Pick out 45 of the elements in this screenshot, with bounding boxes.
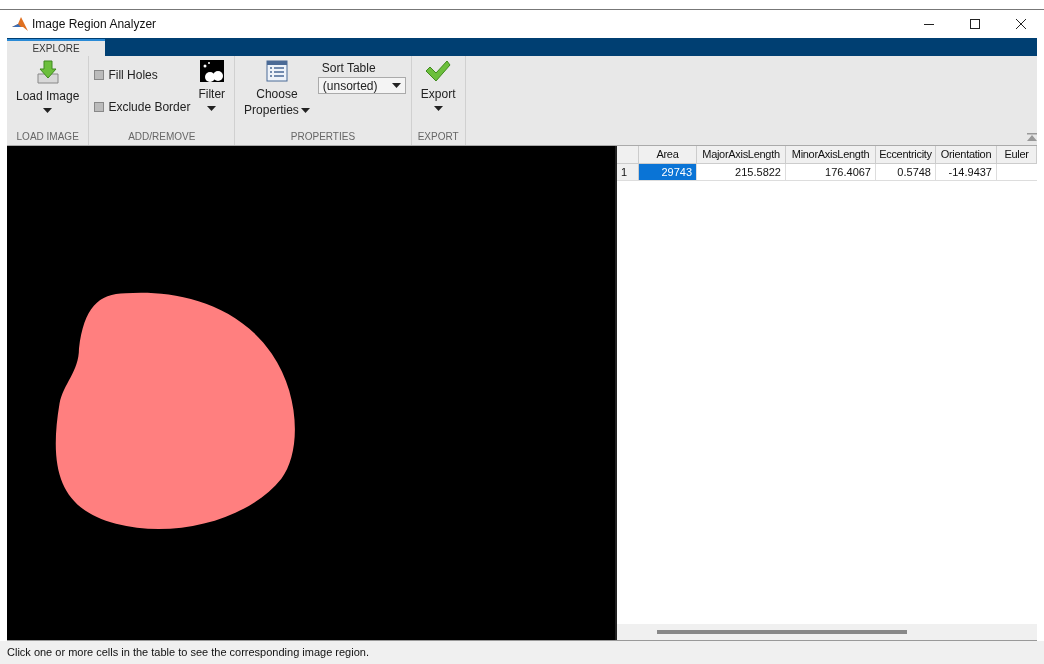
table-cell[interactable]: 0.5748 <box>876 164 936 180</box>
ribbon-button[interactable]: Filter <box>194 56 230 129</box>
download-icon <box>36 60 59 84</box>
group-label: ADD/REMOVE <box>127 130 197 144</box>
column-header[interactable]: MajorAxisLength <box>697 146 786 163</box>
sort-label: Sort Table <box>321 60 377 77</box>
row-header[interactable]: 1 <box>617 164 639 180</box>
checkbox-label: Fill Holes <box>108 67 158 84</box>
filter-icon <box>199 60 224 82</box>
maximize-icon <box>970 19 980 29</box>
table-cell[interactable]: 215.5822 <box>697 164 786 180</box>
column-header[interactable]: Orientation <box>936 146 997 163</box>
group-label: PROPERTIES <box>289 130 357 144</box>
column-header[interactable]: Eccentricity <box>876 146 936 163</box>
collapse-icon[interactable] <box>1027 133 1037 142</box>
caret-icon <box>207 106 217 111</box>
column-header[interactable]: MinorAxisLength <box>786 146 876 163</box>
status-text: Click one or more cells in the table to see the corresponding image region. <box>7 645 369 661</box>
checkbox-label: Exclude Border <box>108 99 191 116</box>
group-label: EXPORT <box>416 130 460 144</box>
caret-icon <box>433 106 443 111</box>
ribbon-button[interactable]: Choose Properties <box>240 56 314 129</box>
ribbon-button[interactable]: Export <box>416 56 460 129</box>
app-logo-icon <box>12 17 28 31</box>
table-cell[interactable]: 29743 <box>639 164 697 180</box>
list-icon <box>265 60 288 82</box>
column-header[interactable]: Euler <box>997 146 1037 163</box>
ribbon-tab[interactable]: EXPLORE <box>7 39 105 56</box>
group-label: LOAD IMAGE <box>15 130 80 144</box>
checkmark-icon <box>425 60 452 82</box>
caret-icon <box>391 83 401 88</box>
ribbon-button[interactable]: Load Image <box>12 56 84 129</box>
table-cell[interactable]: -14.9437 <box>936 164 997 180</box>
dropdown-value: (unsorted) <box>322 77 378 95</box>
checkbox[interactable] <box>94 102 105 112</box>
checkbox[interactable] <box>94 70 105 80</box>
table-cell[interactable]: 176.4067 <box>786 164 876 180</box>
caret-icon <box>43 108 53 113</box>
column-header[interactable]: Area <box>639 146 697 163</box>
horizontal-scrollbar[interactable] <box>657 630 907 634</box>
sort-dropdown[interactable]: (unsorted) <box>317 77 406 94</box>
minimize-icon <box>924 23 934 25</box>
caret-icon <box>300 107 310 113</box>
close-icon <box>1016 19 1026 29</box>
window-title: Image Region Analyzer <box>32 16 157 33</box>
